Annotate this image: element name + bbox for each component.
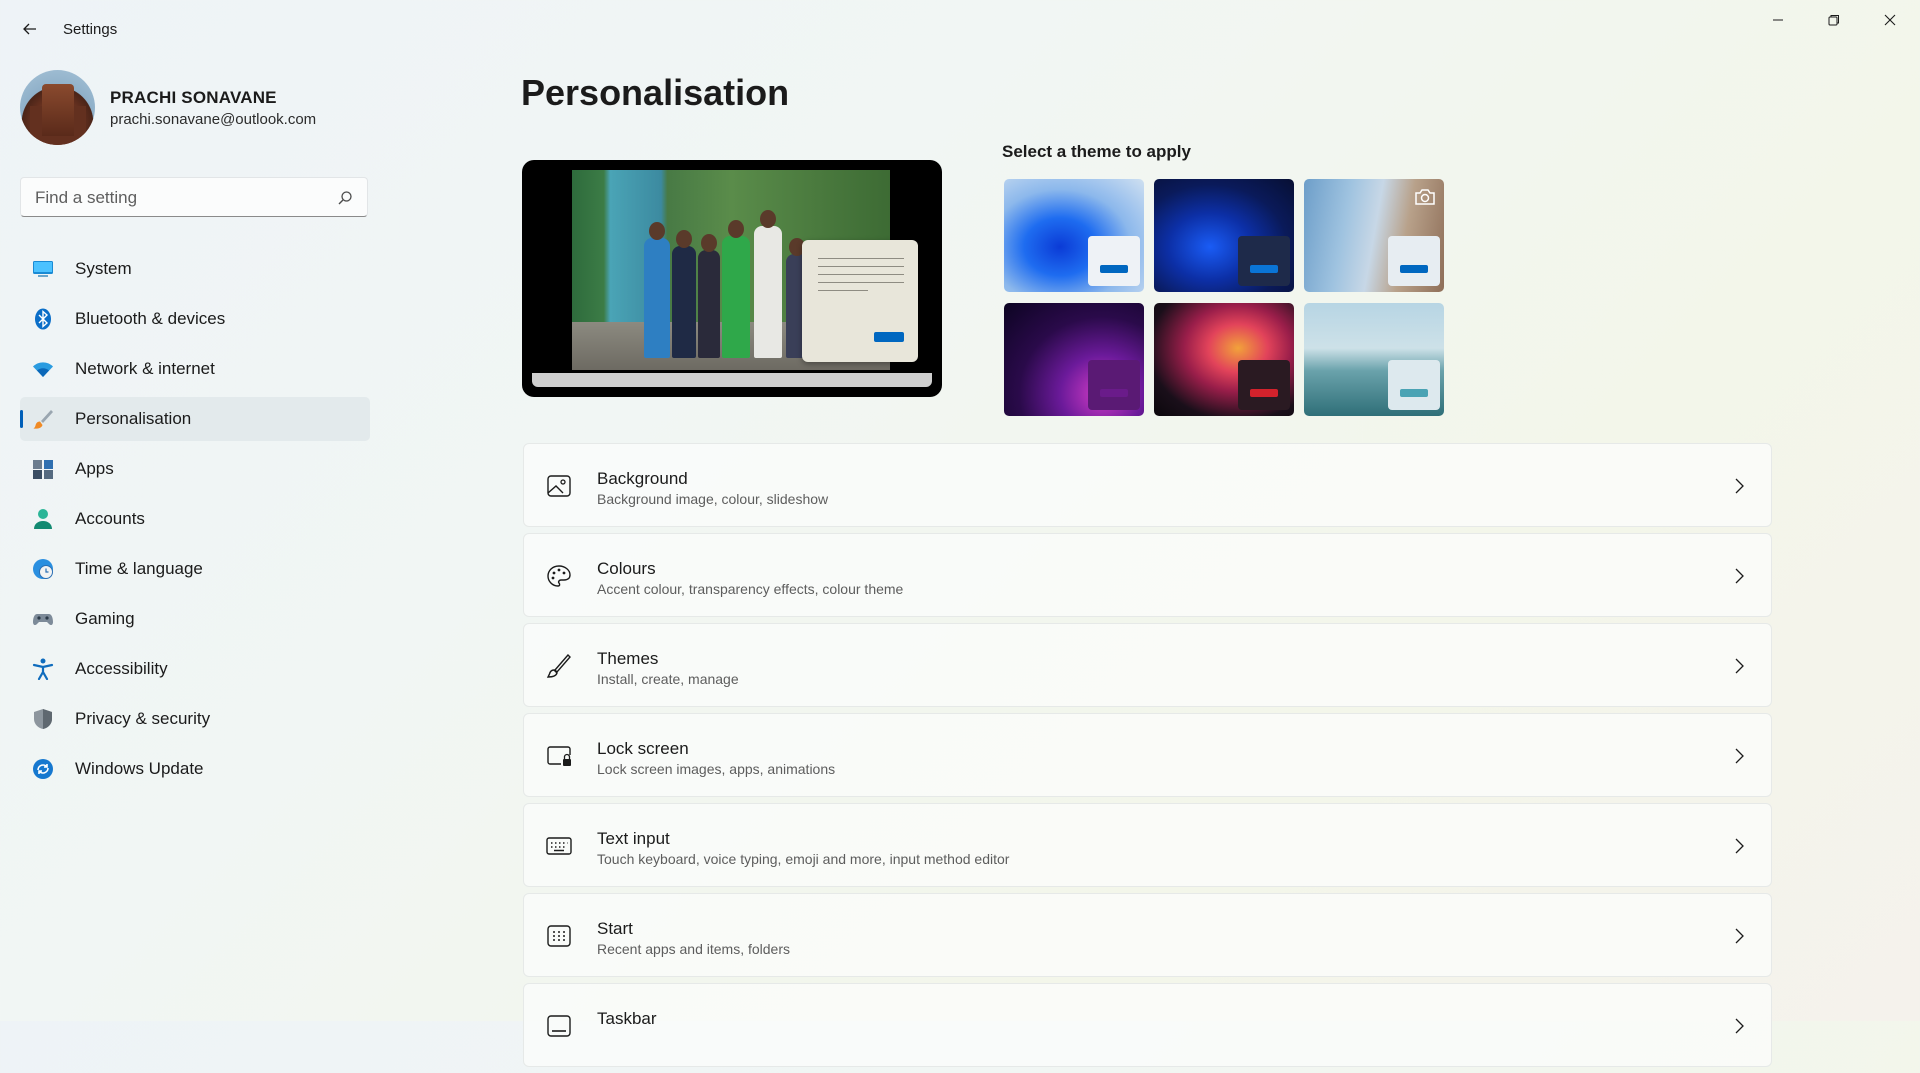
minimize-button[interactable] <box>1750 0 1806 40</box>
setting-title: Lock screen <box>597 739 689 758</box>
restore-button[interactable] <box>1806 0 1862 40</box>
palette-icon <box>547 565 571 587</box>
setting-lock-screen[interactable]: Lock screen Lock screen images, apps, an… <box>523 713 1772 797</box>
sidebar-item-label: Apps <box>75 459 114 478</box>
profile-name: PRACHI SONAVANE <box>110 88 277 107</box>
sidebar-item-label: Time & language <box>75 559 203 578</box>
sidebar-item-privacy-security[interactable]: Privacy & security <box>20 697 370 741</box>
camera-icon <box>1415 189 1435 205</box>
accessibility-icon <box>32 658 54 680</box>
brush-icon <box>546 654 571 678</box>
sidebar-item-label: Accounts <box>75 509 145 528</box>
setting-title: Start <box>597 919 633 938</box>
search-icon[interactable] <box>337 190 353 206</box>
sidebar-item-label: Privacy & security <box>75 709 211 728</box>
chevron-right-icon <box>1735 748 1744 764</box>
sidebar-item-label: Gaming <box>75 609 135 628</box>
setting-subtitle: Lock screen images, apps, animations <box>597 761 836 777</box>
chevron-right-icon <box>1735 838 1744 854</box>
setting-title: Colours <box>597 559 656 578</box>
apps-icon <box>33 460 53 479</box>
setting-subtitle: Recent apps and items, folders <box>597 941 790 957</box>
sidebar-nav: System Bluetooth & devices Network & int… <box>20 247 370 797</box>
sidebar-item-label: System <box>75 259 132 278</box>
lock-screen-icon <box>547 746 571 766</box>
bluetooth-icon <box>35 308 51 330</box>
start-icon <box>547 925 571 947</box>
setting-title: Themes <box>597 649 659 668</box>
sidebar-item-windows-update[interactable]: Windows Update <box>20 747 370 791</box>
chevron-right-icon <box>1735 928 1744 944</box>
preview-taskbar <box>532 373 932 387</box>
theme-heading: Select a theme to apply <box>1002 142 1191 161</box>
sidebar-item-label: Windows Update <box>75 759 204 778</box>
chevron-right-icon <box>1735 478 1744 494</box>
setting-themes[interactable]: Themes Install, create, manage <box>523 623 1772 707</box>
chevron-right-icon <box>1735 658 1744 674</box>
close-icon <box>1884 14 1896 26</box>
setting-subtitle: Install, create, manage <box>597 671 739 687</box>
sidebar-item-label: Bluetooth & devices <box>75 309 226 328</box>
chevron-right-icon <box>1735 568 1744 584</box>
sidebar-item-bluetooth[interactable]: Bluetooth & devices <box>20 297 370 341</box>
setting-colours[interactable]: Colours Accent colour, transparency effe… <box>523 533 1772 617</box>
theme-preview <box>522 160 942 397</box>
search-box <box>20 177 368 217</box>
taskbar-icon <box>547 1015 571 1037</box>
sidebar-item-accessibility[interactable]: Accessibility <box>20 647 370 691</box>
user-profile[interactable]: PRACHI SONAVANE prachi.sonavane@outlook.… <box>20 70 370 146</box>
preview-window <box>802 240 918 362</box>
sidebar-item-gaming[interactable]: Gaming <box>20 597 370 641</box>
globe-clock-icon <box>33 559 53 579</box>
system-icon <box>33 261 53 277</box>
page-title: Personalisation <box>521 72 790 113</box>
setting-subtitle: Background image, colour, slideshow <box>597 491 829 507</box>
setting-title: Text input <box>597 829 670 848</box>
chevron-right-icon <box>1735 1018 1744 1034</box>
shield-icon <box>34 709 52 729</box>
setting-title: Taskbar <box>597 1009 657 1028</box>
gamepad-icon <box>33 614 53 626</box>
sidebar-item-personalisation[interactable]: Personalisation <box>20 397 370 441</box>
accounts-icon <box>34 509 52 529</box>
setting-text-input[interactable]: Text input Touch keyboard, voice typing,… <box>523 803 1772 887</box>
app-title: Settings <box>63 21 118 38</box>
sidebar-item-label: Personalisation <box>75 409 192 428</box>
sidebar-item-system[interactable]: System <box>20 247 370 291</box>
close-button[interactable] <box>1862 0 1918 40</box>
image-icon <box>547 475 571 497</box>
sidebar-item-time-language[interactable]: Time & language <box>20 547 370 591</box>
settings-list: Background Background image, colour, sli… <box>523 443 1772 1073</box>
minimize-icon <box>1773 19 1783 21</box>
sidebar-item-label: Accessibility <box>75 659 168 678</box>
theme-flow[interactable] <box>1154 303 1294 416</box>
theme-glow-blossom[interactable] <box>1304 179 1444 292</box>
sidebar-item-apps[interactable]: Apps <box>20 447 370 491</box>
setting-background[interactable]: Background Background image, colour, sli… <box>523 443 1772 527</box>
setting-taskbar[interactable]: Taskbar <box>523 983 1772 1067</box>
setting-subtitle: Touch keyboard, voice typing, emoji and … <box>597 851 1010 867</box>
theme-sunrise-lake[interactable] <box>1304 303 1444 416</box>
setting-start[interactable]: Start Recent apps and items, folders <box>523 893 1772 977</box>
sidebar-item-label: Network & internet <box>75 359 215 378</box>
wifi-icon <box>33 362 53 377</box>
title-bar: Settings <box>0 0 1920 60</box>
theme-windows-dark[interactable] <box>1154 179 1294 292</box>
setting-title: Background <box>597 469 688 488</box>
sidebar-item-network[interactable]: Network & internet <box>20 347 370 391</box>
search-input[interactable] <box>33 186 337 210</box>
back-button[interactable] <box>18 17 42 41</box>
sidebar-item-accounts[interactable]: Accounts <box>20 497 370 541</box>
keyboard-icon <box>546 837 572 855</box>
setting-subtitle: Accent colour, transparency effects, col… <box>597 581 904 597</box>
theme-grid <box>1004 179 1454 419</box>
update-icon <box>33 759 53 779</box>
restore-icon <box>1828 15 1839 26</box>
theme-windows-light[interactable] <box>1004 179 1144 292</box>
back-arrow-icon <box>23 23 36 35</box>
theme-captured-motion[interactable] <box>1004 303 1144 416</box>
avatar <box>20 70 95 145</box>
profile-email: prachi.sonavane@outlook.com <box>110 111 317 128</box>
paintbrush-icon <box>33 410 53 429</box>
